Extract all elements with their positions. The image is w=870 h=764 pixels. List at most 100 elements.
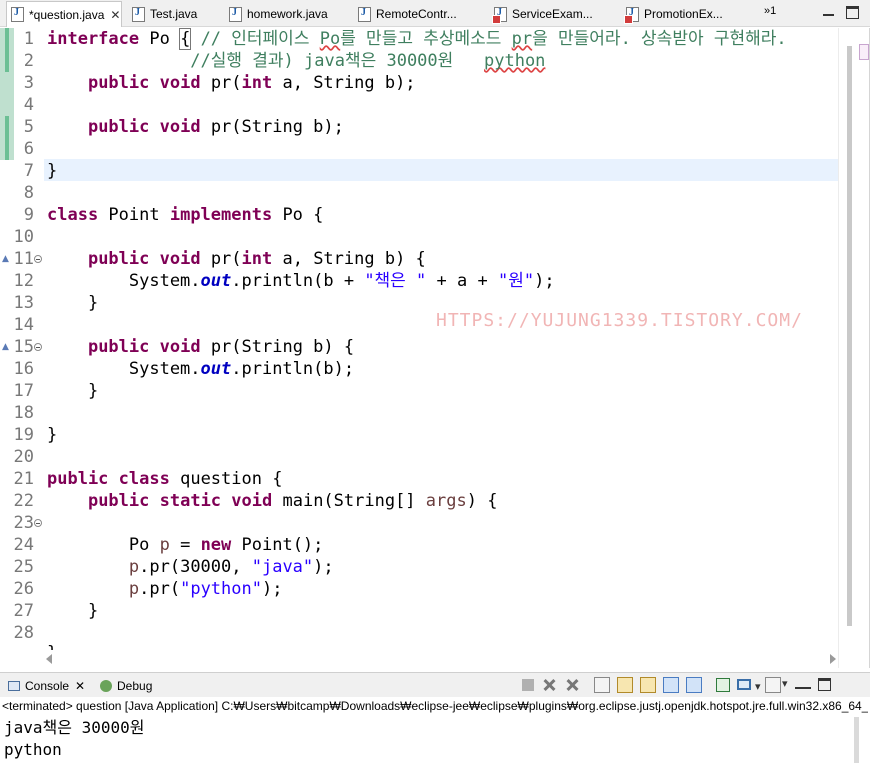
line-number: 8: [23, 183, 34, 203]
tab-serviceexam[interactable]: ServiceExam...: [492, 2, 593, 26]
line-number: 27: [13, 601, 34, 621]
tab-homework-java[interactable]: homework.java: [229, 2, 328, 26]
clear-console-icon[interactable]: [594, 677, 610, 693]
code-line: }: [47, 161, 58, 181]
tab-question-java[interactable]: *question.java ✕: [6, 1, 122, 27]
scroll-right-icon[interactable]: [830, 654, 836, 664]
line-number: 7: [23, 161, 34, 181]
code-editor[interactable]: 1 2 3 4 5 6 7 8 9 10 11 12 13 14 15 16 1…: [0, 28, 870, 668]
scroll-left-icon[interactable]: [46, 654, 52, 664]
code-line: p.pr(30000, "java");: [128, 557, 334, 577]
console-status-line: <terminated> question [Java Application]…: [2, 699, 868, 713]
line-number: 23: [13, 513, 34, 533]
scrollbar-thumb[interactable]: [847, 46, 852, 626]
code-line: }: [87, 381, 99, 401]
close-icon[interactable]: ✕: [75, 679, 85, 693]
line-number: 9: [23, 205, 34, 225]
maximize-icon[interactable]: [818, 678, 831, 691]
line-number: 25: [13, 557, 34, 577]
close-icon[interactable]: ✕: [110, 8, 120, 22]
console-tab-bar: Console ✕ Debug: [0, 673, 870, 697]
editor-tab-bar: *question.java ✕ Test.java homework.java…: [0, 0, 870, 27]
line-number: 3: [23, 73, 34, 93]
line-number: 26: [13, 579, 34, 599]
code-line: public void pr(String b);: [87, 117, 344, 137]
display-selected-console-icon[interactable]: [737, 679, 761, 693]
tab-console[interactable]: Console ✕: [8, 676, 85, 696]
java-file-icon: [358, 6, 371, 22]
code-line: public void pr(int a, String b);: [87, 73, 416, 93]
maximize-icon[interactable]: [846, 6, 859, 19]
code-line: //실행 결과) java책은 30000원 python: [47, 51, 546, 71]
tab-promotionex[interactable]: PromotionEx...: [624, 2, 723, 26]
tab-label: Console: [25, 679, 70, 693]
line-number: 22: [13, 491, 34, 511]
tab-label: PromotionEx...: [644, 7, 723, 21]
console-output[interactable]: java책은 30000원 python: [4, 717, 145, 761]
minimize-icon[interactable]: [822, 6, 835, 19]
console-view: Console ✕ Debug <terminated> question [J…: [0, 672, 870, 764]
remove-launch-icon[interactable]: [541, 677, 557, 693]
line-number: 1: [23, 29, 34, 49]
code-line: interface Po { // 인터페이스 Po를 만들고 추상메소드 pr…: [47, 28, 787, 50]
show-on-stderr-icon[interactable]: [686, 677, 702, 693]
console-output-line: java책은 30000원: [4, 718, 145, 737]
line-number: 24: [13, 535, 34, 555]
fold-collapse-icon[interactable]: [34, 519, 42, 527]
tab-label: Debug: [117, 679, 153, 693]
code-line: public class question {: [47, 469, 283, 489]
code-line: }: [87, 293, 99, 313]
java-file-error-icon: [492, 6, 507, 24]
line-number: 18: [13, 403, 34, 423]
line-number: 6: [23, 139, 34, 159]
watermark: HTTPS://YUJUNG1339.TISTORY.COM/: [436, 310, 803, 331]
java-file-error-icon: [624, 6, 639, 24]
debug-icon: [100, 680, 112, 692]
code-line: }: [47, 425, 58, 445]
console-scrollbar[interactable]: [852, 717, 862, 764]
remove-all-terminated-icon[interactable]: [564, 677, 580, 693]
line-number: 21: [13, 469, 34, 489]
code-line: p.pr("python");: [128, 579, 283, 599]
tab-debug[interactable]: Debug: [100, 676, 152, 696]
tab-label: homework.java: [247, 7, 328, 21]
java-file-icon: [11, 7, 24, 22]
pin-console-icon[interactable]: [716, 678, 730, 692]
code-line: public void pr(int a, String b) {: [87, 249, 426, 269]
vertical-scrollbar[interactable]: [838, 28, 870, 668]
console-icon: [8, 681, 20, 691]
line-number: 14: [13, 315, 34, 335]
override-marker-icon: ▲: [2, 342, 9, 352]
line-number: 5: [23, 117, 34, 137]
show-on-stdout-icon[interactable]: [663, 677, 679, 693]
line-number: 20: [13, 447, 34, 467]
fold-collapse-icon[interactable]: [34, 255, 42, 263]
line-number: 17: [13, 381, 34, 401]
line-number: 4: [23, 95, 34, 115]
tab-label: ServiceExam...: [512, 7, 593, 21]
overview-marker[interactable]: [859, 44, 869, 60]
minimize-icon[interactable]: [795, 679, 811, 689]
tab-test-java[interactable]: Test.java: [132, 2, 197, 26]
horizontal-scrollbar[interactable]: [44, 650, 838, 668]
code-line: System.out.println(b);: [47, 359, 355, 379]
tab-remotecontr[interactable]: RemoteContr...: [358, 2, 457, 26]
scroll-lock-icon[interactable]: [617, 677, 633, 693]
code-line: class Point implements Po {: [47, 205, 324, 225]
fold-collapse-icon[interactable]: [34, 343, 42, 351]
tab-label: *question.java: [29, 7, 105, 22]
terminate-icon[interactable]: [522, 679, 534, 691]
open-console-icon[interactable]: [765, 677, 788, 693]
tab-overflow-button[interactable]: »1: [764, 5, 776, 17]
word-wrap-icon[interactable]: [640, 677, 656, 693]
tab-label: RemoteContr...: [376, 7, 457, 21]
console-output-line: python: [4, 740, 62, 759]
code-line: Po p = new Point();: [47, 535, 324, 555]
java-file-icon: [132, 6, 145, 22]
line-number: 19: [13, 425, 34, 445]
console-toolbar: [522, 677, 838, 693]
override-marker-icon: ▲: [2, 254, 9, 264]
tab-label: Test.java: [150, 7, 198, 21]
java-file-icon: [229, 6, 242, 22]
line-number: 28: [13, 623, 34, 643]
